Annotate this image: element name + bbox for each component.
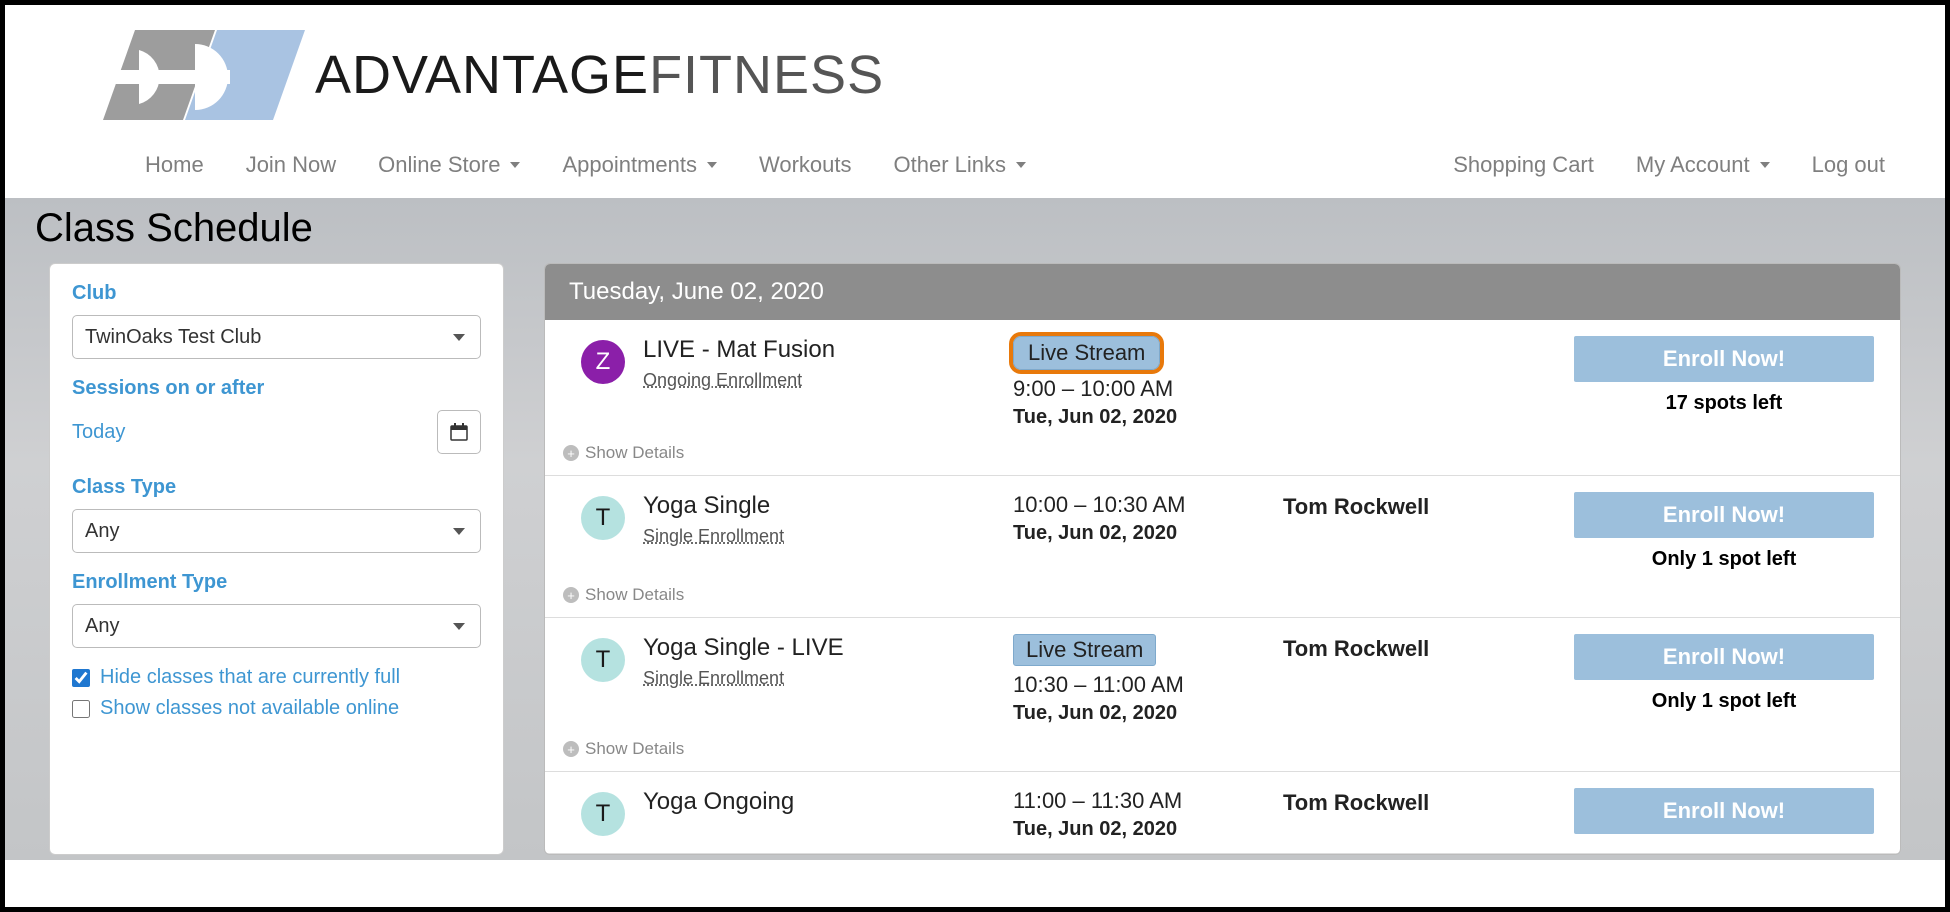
nav-home[interactable]: Home	[145, 152, 204, 178]
event-date: Tue, Jun 02, 2020	[1013, 818, 1283, 841]
event-time: 10:00 – 10:30 AM	[1013, 492, 1283, 518]
hide-full-label[interactable]: Hide classes that are currently full	[100, 666, 400, 689]
chevron-down-icon	[707, 162, 717, 168]
schedule-panel: Tuesday, June 02, 2020 Z LIVE - Mat Fusio…	[544, 263, 1901, 855]
plus-icon: +	[563, 741, 579, 757]
instructor-name: Tom Rockwell	[1283, 492, 1533, 520]
instructor-name: Tom Rockwell	[1283, 788, 1533, 816]
live-stream-badge: Live Stream	[1013, 336, 1160, 370]
live-stream-badge: Live Stream	[1013, 634, 1156, 666]
nav-shopping-cart[interactable]: Shopping Cart	[1453, 152, 1594, 178]
event-title: LIVE - Mat Fusion	[643, 336, 1013, 364]
enrollment-type-select[interactable]: Any	[72, 604, 481, 648]
avatar: T	[581, 792, 625, 836]
event-time: 11:00 – 11:30 AM	[1013, 788, 1283, 814]
event-row: T Yoga Single - LIVE Single EnrollmentLive…	[545, 618, 1900, 772]
show-details-toggle[interactable]: + Show Details	[563, 739, 1874, 759]
enrollment-type-link[interactable]: Ongoing Enrollment	[643, 370, 1013, 391]
show-details-label: Show Details	[585, 739, 684, 759]
instructor-name: Tom Rockwell	[1283, 634, 1533, 662]
hide-full-checkbox[interactable]	[72, 669, 90, 687]
brand-name-bold: ADVANTAGE	[315, 45, 649, 105]
today-link[interactable]: Today	[72, 421, 125, 444]
avatar: T	[581, 496, 625, 540]
event-title: Yoga Ongoing	[643, 788, 1013, 816]
spots-left: Only 1 spot left	[1574, 690, 1874, 713]
logo-icon	[95, 20, 315, 130]
event-date: Tue, Jun 02, 2020	[1013, 406, 1283, 429]
event-date: Tue, Jun 02, 2020	[1013, 702, 1283, 725]
chevron-down-icon	[510, 162, 520, 168]
enroll-button[interactable]: Enroll Now!	[1574, 788, 1874, 834]
enrollment-type-link[interactable]: Single Enrollment	[643, 526, 1013, 547]
sessions-label: Sessions on or after	[72, 377, 481, 400]
show-details-toggle[interactable]: + Show Details	[563, 585, 1874, 605]
enroll-button[interactable]: Enroll Now!	[1574, 492, 1874, 538]
show-details-label: Show Details	[585, 585, 684, 605]
class-type-select[interactable]: Any	[72, 509, 481, 553]
nav-workouts[interactable]: Workouts	[759, 152, 852, 178]
show-unavailable-label[interactable]: Show classes not available online	[100, 697, 399, 720]
chevron-down-icon	[1016, 162, 1026, 168]
enroll-button[interactable]: Enroll Now!	[1574, 634, 1874, 680]
enrollment-type-link[interactable]: Single Enrollment	[643, 668, 1013, 689]
event-date: Tue, Jun 02, 2020	[1013, 522, 1283, 545]
avatar: Z	[581, 340, 625, 384]
plus-icon: +	[563, 587, 579, 603]
event-row: T Yoga Single Single Enrollment10:00 – 10:…	[545, 476, 1900, 618]
instructor-name	[1283, 336, 1533, 338]
event-title: Yoga Single - LIVE	[643, 634, 1013, 662]
show-unavailable-checkbox[interactable]	[72, 700, 90, 718]
nav-other-links[interactable]: Other Links	[894, 152, 1027, 178]
class-type-label: Class Type	[72, 476, 481, 499]
show-details-label: Show Details	[585, 443, 684, 463]
calendar-button[interactable]	[437, 410, 481, 454]
date-header: Tuesday, June 02, 2020	[545, 264, 1900, 320]
nav-log-out[interactable]: Log out	[1812, 152, 1885, 178]
brand-name-light: FITNESS	[649, 45, 884, 105]
nav-join-now[interactable]: Join Now	[246, 152, 336, 178]
event-row: T Yoga Ongoing11:00 – 11:30 AM Tue, Jun 02…	[545, 772, 1900, 854]
spots-left: Only 1 spot left	[1574, 548, 1874, 571]
event-row: Z LIVE - Mat Fusion Ongoing EnrollmentLive…	[545, 320, 1900, 476]
club-select[interactable]: TwinOaks Test Club	[72, 315, 481, 359]
event-time: 10:30 – 11:00 AM	[1013, 672, 1283, 698]
event-time: 9:00 – 10:00 AM	[1013, 376, 1283, 402]
filter-sidebar: Club TwinOaks Test Club Sessions on or a…	[49, 263, 504, 855]
page-title: Class Schedule	[5, 198, 1945, 263]
chevron-down-icon	[1760, 162, 1770, 168]
plus-icon: +	[563, 445, 579, 461]
avatar: T	[581, 638, 625, 682]
brand-logo: ADVANTAGEFITNESS	[95, 20, 1945, 130]
club-label: Club	[72, 282, 481, 305]
spots-left: 17 spots left	[1574, 392, 1874, 415]
nav-online-store[interactable]: Online Store	[378, 152, 520, 178]
nav-my-account[interactable]: My Account	[1636, 152, 1770, 178]
calendar-icon	[450, 423, 468, 441]
nav-appointments[interactable]: Appointments	[562, 152, 717, 178]
enrollment-type-label: Enrollment Type	[72, 571, 481, 594]
enroll-button[interactable]: Enroll Now!	[1574, 336, 1874, 382]
event-title: Yoga Single	[643, 492, 1013, 520]
show-details-toggle[interactable]: + Show Details	[563, 443, 1874, 463]
